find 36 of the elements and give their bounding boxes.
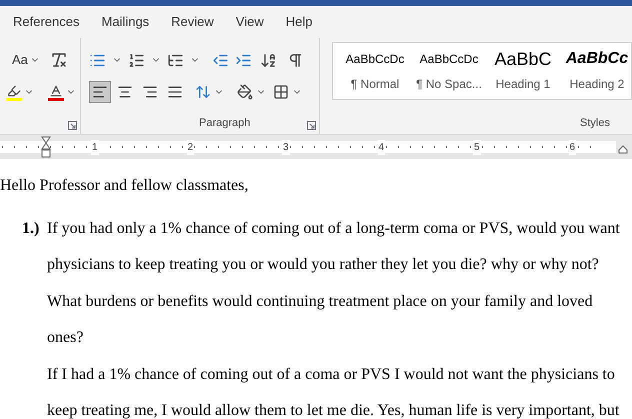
indent-marker-icon[interactable] <box>41 136 51 158</box>
ruler-number: 3 <box>282 140 290 155</box>
ribbon-tab[interactable]: Help <box>286 12 312 32</box>
list-number: 1.) <box>21 219 40 239</box>
style-item[interactable]: AaBbC Heading 1 <box>489 49 557 93</box>
answer-text: If I had a 1% chance of coming out of a coma or PVS I would not want the physicians to keep treating me, I would allow them to let me die. Yes, human life is very important, but <box>47 364 620 419</box>
ruler-number: 5 <box>473 140 481 155</box>
style-item[interactable]: AaBbCcDc ¶ Normal <box>341 49 409 93</box>
align-icon <box>167 84 184 100</box>
ribbon-tab[interactable]: View <box>236 12 264 32</box>
question-text: If you had only a 1% chance of coming out of a long-term coma or PVS, would you want physicians to keep treating you or would you rather they let you die? why or why not? What burdens or benefits would continuing treatment place on your family and loved ones? <box>47 219 621 348</box>
group-label: Styles <box>580 116 610 130</box>
ribbon-tab[interactable]: References <box>13 12 80 32</box>
letter-a-icon <box>49 84 63 98</box>
dialog-launcher-icon[interactable] <box>307 121 316 130</box>
group-label: Paragraph <box>199 116 250 130</box>
ribbon-tab[interactable]: Review <box>171 12 214 32</box>
align-button[interactable] <box>89 81 112 103</box>
highlighter-icon <box>7 84 21 98</box>
numbering-icon[interactable] <box>128 52 146 68</box>
clear-formatting-icon[interactable] <box>50 51 68 69</box>
right-indent-marker-icon[interactable] <box>618 145 628 154</box>
shading-icon[interactable] <box>237 84 254 100</box>
borders-icon[interactable] <box>273 84 290 100</box>
change-case-button[interactable]: Aa <box>2 50 40 70</box>
greeting-text: Hello Professor and fellow classmates, <box>0 176 250 196</box>
style-item[interactable]: AaBbCcDc ¶ No Spac... <box>415 49 483 93</box>
align-icon <box>92 84 108 100</box>
line-spacing-icon[interactable] <box>195 84 212 100</box>
ruler-number: 1 <box>91 140 99 155</box>
sort-icon[interactable] <box>260 52 278 68</box>
ribbon-tab[interactable]: Mailings <box>101 12 150 32</box>
dialog-launcher-icon[interactable] <box>68 121 78 130</box>
align-icon <box>117 84 134 100</box>
style-item[interactable]: AaBbCc Heading 2 <box>563 49 631 93</box>
align-icon <box>142 84 158 100</box>
